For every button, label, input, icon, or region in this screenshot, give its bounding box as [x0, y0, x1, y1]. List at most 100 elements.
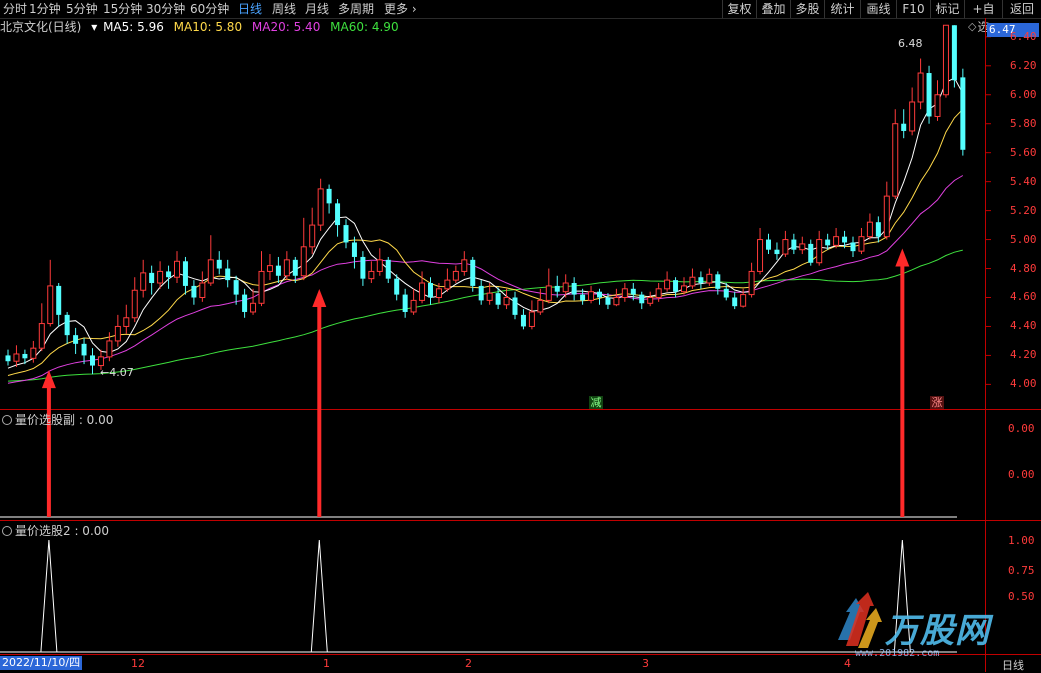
candle-body: [934, 94, 941, 117]
candle-body: [630, 288, 636, 295]
candle-body: [166, 271, 172, 278]
candle-body: [394, 278, 400, 295]
candle-body: [647, 296, 654, 304]
candle-body: [64, 314, 70, 336]
candle-body: [335, 203, 341, 226]
panel2-title-text: 量价选股副 : 0.00: [15, 413, 114, 427]
candle-body: [486, 292, 493, 301]
panel2-tick: 0.00: [1008, 468, 1035, 481]
candle-body: [545, 285, 552, 301]
candle-body: [512, 297, 518, 315]
candle-body: [461, 259, 468, 272]
candle-body: [825, 239, 831, 246]
candle-body: [681, 285, 687, 293]
candle-body: [917, 72, 924, 103]
date-label: 1: [323, 657, 330, 670]
candle-body: [368, 270, 375, 280]
candlesticks: [5, 24, 966, 375]
candle-body: [901, 123, 907, 131]
signal-arrow-shaft: [317, 303, 322, 517]
signal-arrow-head: [41, 370, 56, 389]
candle-body: [275, 265, 281, 276]
price-tick-label: 6.00: [1010, 87, 1037, 101]
signal-arrow-shaft: [46, 384, 51, 517]
panel3-tick: 0.75: [1008, 564, 1035, 577]
candle-body: [799, 243, 806, 251]
candle-body: [562, 282, 569, 293]
panel3-title: 量价选股2 : 0.00: [2, 522, 109, 539]
candle-body: [123, 317, 130, 327]
candle-body: [554, 285, 560, 292]
candle-body: [114, 325, 121, 342]
ma5-path: [7, 77, 964, 369]
candle-body: [866, 221, 873, 238]
candle-body: [73, 335, 79, 344]
candle-body: [740, 294, 747, 307]
watermark-url: www.201982.com: [855, 648, 940, 659]
candle-body: [131, 289, 138, 319]
candle-body: [351, 242, 357, 257]
candle-body: [605, 297, 611, 305]
panel-toggle-icon[interactable]: [2, 526, 12, 536]
candle-body: [621, 288, 628, 298]
candle-body: [435, 288, 442, 298]
price-tick-label: 6.40: [1010, 29, 1037, 43]
candle-body: [774, 249, 780, 255]
panel2-tick: 0.00: [1008, 422, 1035, 435]
candle-body: [715, 274, 721, 289]
candle-body: [571, 283, 577, 295]
signal-arrow-shaft: [900, 262, 905, 517]
price-tick-label: 4.80: [1010, 261, 1037, 275]
candle-body: [225, 268, 231, 281]
candle-body: [748, 270, 755, 296]
candle-body: [140, 272, 147, 291]
candle-body: [495, 293, 501, 305]
candle-body: [258, 270, 265, 304]
candle-body: [816, 239, 823, 264]
candle-body: [419, 282, 426, 301]
candle-body: [22, 353, 28, 359]
candle-body: [300, 246, 307, 277]
candle-body: [38, 323, 45, 349]
candle-body: [182, 261, 188, 286]
candle-body: [326, 188, 332, 204]
candle-body: [613, 296, 620, 306]
candle-body: [503, 296, 510, 306]
signal-arrows: [41, 248, 910, 517]
signal-peaks: [40, 539, 911, 653]
candle-body: [842, 236, 848, 243]
candle-body: [106, 340, 113, 358]
candle-body: [833, 236, 840, 246]
signal-peak: [40, 539, 58, 653]
candle-body: [588, 291, 595, 301]
candle-body: [207, 259, 214, 284]
candle-body: [706, 273, 713, 284]
candle-body: [808, 243, 814, 263]
price-tick-label: 4.00: [1010, 377, 1037, 391]
tag-down: 减: [589, 396, 603, 409]
candle-body: [376, 259, 383, 272]
candle-body: [97, 356, 104, 367]
candle-body: [723, 288, 729, 298]
panel3-tick: 1.00: [1008, 534, 1035, 547]
tag-up: 涨: [930, 396, 944, 409]
kline-chart[interactable]: [0, 0, 1041, 672]
price-tick-label: 6.20: [1010, 58, 1037, 72]
candle-body: [926, 73, 932, 117]
price-tick-label: 4.40: [1010, 319, 1037, 333]
chart-frame: [0, 18, 1041, 672]
candle-body: [292, 259, 298, 276]
candle-body: [478, 285, 484, 301]
candle-body: [960, 77, 966, 150]
price-tick-label: 5.00: [1010, 232, 1037, 246]
panel-toggle-icon[interactable]: [2, 415, 12, 425]
candle-body: [13, 353, 20, 362]
candle-body: [90, 355, 95, 366]
signal-arrow-head: [895, 248, 910, 267]
candle-body: [791, 239, 797, 250]
candle-body: [664, 279, 671, 290]
signal-peak: [310, 539, 328, 653]
candle-body: [858, 236, 865, 252]
date-label: 3: [642, 657, 649, 670]
candle-body: [360, 256, 366, 279]
